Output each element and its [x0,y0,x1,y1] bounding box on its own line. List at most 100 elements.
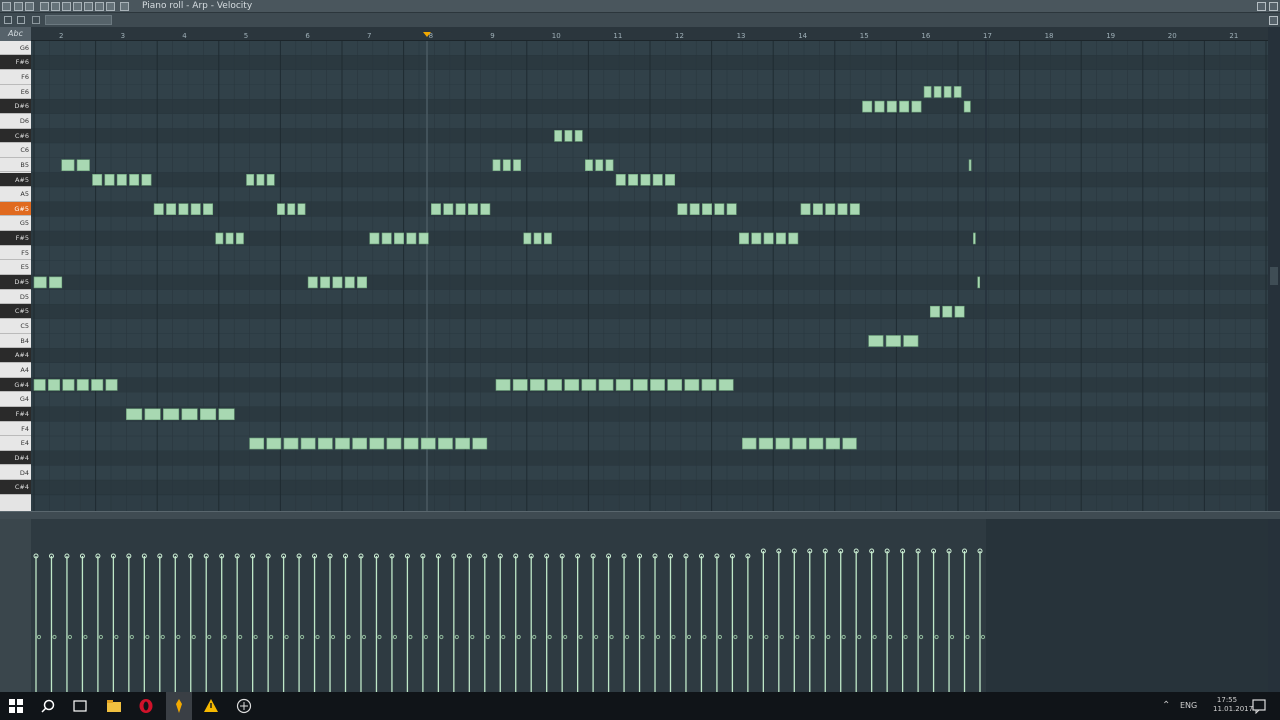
note-e4[interactable] [335,437,350,450]
piano-key-d5[interactable]: D5 [0,289,31,305]
piano-key-cs6[interactable]: C#6 [0,128,31,144]
note-b5[interactable] [585,159,593,171]
note-e4[interactable] [386,437,402,450]
notifications-icon[interactable] [1251,698,1267,714]
velocity-handle-secondary[interactable] [609,634,614,640]
note-e4[interactable] [317,437,333,450]
velocity-handle-secondary[interactable] [949,634,955,640]
note-gs5[interactable] [800,203,811,215]
velocity-handle-secondary[interactable] [516,634,521,640]
note-e4[interactable] [438,437,453,450]
slice-icon[interactable] [84,2,93,11]
piano-key-g4[interactable]: G4 [0,392,31,407]
note-gs5[interactable] [203,203,214,215]
note-fs5[interactable] [543,232,552,245]
piano-key-cs5[interactable]: C#5 [0,304,31,319]
language-indicator[interactable]: ENG [1180,701,1197,710]
velocity-handle-secondary[interactable] [98,634,104,640]
piano-key-e4[interactable]: E4 [0,436,31,451]
note-gs5[interactable] [812,203,823,215]
note-grid[interactable] [31,41,1268,511]
velocity-canvas[interactable] [31,519,1268,692]
note-canvas[interactable] [31,41,1268,511]
note-ds5[interactable] [320,276,331,289]
note-ds5[interactable] [307,276,318,289]
paint-icon[interactable] [51,2,60,11]
piano-key-fs5[interactable]: F#5 [0,231,31,246]
note-gs4[interactable] [495,379,511,391]
note-fs5[interactable] [418,232,429,245]
pencil-icon[interactable] [40,2,49,11]
note-e6[interactable] [933,86,942,98]
velocity-handle-secondary[interactable] [702,634,707,640]
note-ds5[interactable] [977,276,981,289]
note-gs4[interactable] [62,379,75,391]
note-as5[interactable] [640,174,651,186]
fl-studio-icon[interactable] [171,698,187,714]
scroll-right-icon[interactable] [1269,16,1278,25]
vertical-scrollbar[interactable] [1268,27,1280,511]
tray-clock[interactable]: 17:55 11.01.2017 [1213,696,1253,714]
note-gs5[interactable] [467,203,478,215]
note-ds6[interactable] [886,100,897,113]
note-fs5[interactable] [739,232,749,245]
windows-start-icon[interactable] [8,698,24,714]
velocity-handle-secondary[interactable] [408,634,413,640]
note-e4[interactable] [792,437,807,450]
note-gs5[interactable] [287,203,296,215]
note-fs4[interactable] [126,408,143,421]
piano-key-b4[interactable]: B4 [0,333,31,349]
note-gs4[interactable] [615,379,631,391]
note-gs4[interactable] [48,379,61,391]
piano-key-b5[interactable]: B5 [0,157,31,173]
note-fs5[interactable] [763,232,774,245]
velocity-handle-secondary[interactable] [563,634,568,640]
note-gs5[interactable] [825,203,836,215]
note-ds6[interactable] [862,100,873,113]
menu-icon[interactable] [2,2,11,11]
velocity-handle-secondary[interactable] [826,634,831,640]
velocity-handle-secondary[interactable] [454,634,459,640]
velocity-handle-secondary[interactable] [841,634,846,640]
note-e4[interactable] [825,437,841,450]
velocity-handle-secondary[interactable] [872,634,877,640]
note-b4[interactable] [868,335,884,347]
velocity-handle-secondary[interactable] [980,634,986,640]
magnet-icon[interactable] [25,2,34,11]
mute-icon[interactable] [73,2,82,11]
piano-key-f6[interactable]: F6 [0,69,31,85]
note-gs4[interactable] [684,379,700,391]
velocity-handle-secondary[interactable] [717,634,723,640]
note-gs4[interactable] [547,379,562,391]
velocity-handle-secondary[interactable] [764,634,769,640]
velocity-handle-secondary[interactable] [857,634,862,640]
note-ds5[interactable] [357,276,368,289]
piano-key-as4[interactable]: A#4 [0,348,31,363]
note-fs4[interactable] [163,408,180,421]
velocity-handle-secondary[interactable] [470,634,475,640]
velocity-handle-secondary[interactable] [114,634,119,640]
note-gs5[interactable] [431,203,441,215]
velocity-handle-secondary[interactable] [965,634,970,640]
detach-icon[interactable] [1257,2,1266,11]
note-gs4[interactable] [105,379,118,391]
velocity-handle-secondary[interactable] [686,634,692,640]
note-gs5[interactable] [153,203,164,215]
note-cs5[interactable] [929,305,940,318]
piano-key-c5[interactable]: C5 [0,319,31,334]
note-fs5[interactable] [775,232,786,245]
note-ds6[interactable] [899,100,910,113]
note-gs4[interactable] [512,379,528,391]
note-fs5[interactable] [751,232,762,245]
velocity-handle-secondary[interactable] [903,634,908,640]
note-b5[interactable] [502,159,511,171]
note-fs5[interactable] [533,232,542,245]
velocity-handle-secondary[interactable] [640,634,645,640]
note-gs5[interactable] [714,203,725,215]
note-b5[interactable] [61,159,75,171]
note-e4[interactable] [420,437,436,450]
note-gs5[interactable] [166,203,177,215]
velocity-handle-secondary[interactable] [423,634,428,640]
piano-key-a5[interactable]: A5 [0,187,31,202]
note-as5[interactable] [615,174,626,186]
